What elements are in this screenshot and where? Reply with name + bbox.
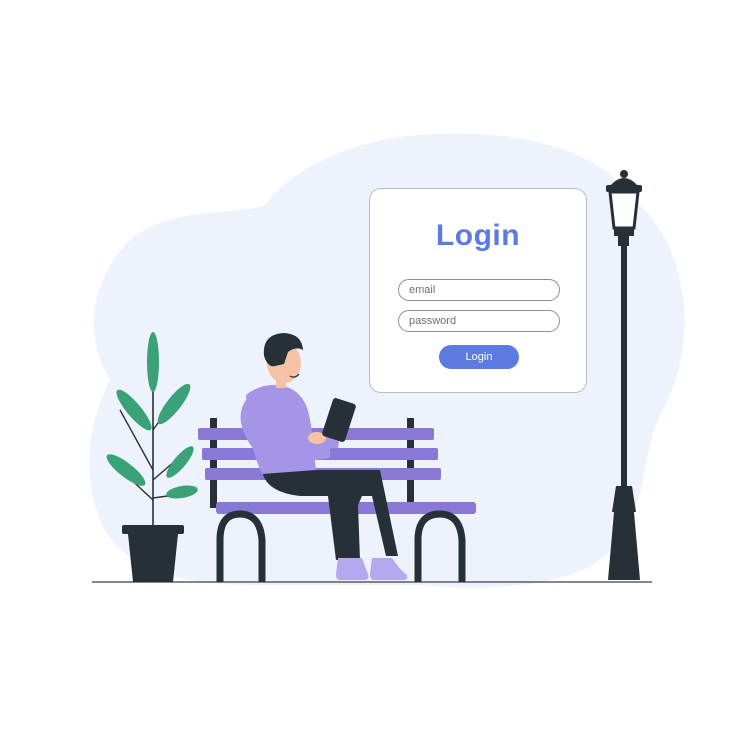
login-button[interactable]: Login — [439, 345, 519, 369]
password-field[interactable] — [398, 310, 560, 332]
login-title: Login — [435, 219, 521, 252]
email-field[interactable] — [398, 279, 560, 301]
login-card: Login Login — [369, 188, 587, 393]
